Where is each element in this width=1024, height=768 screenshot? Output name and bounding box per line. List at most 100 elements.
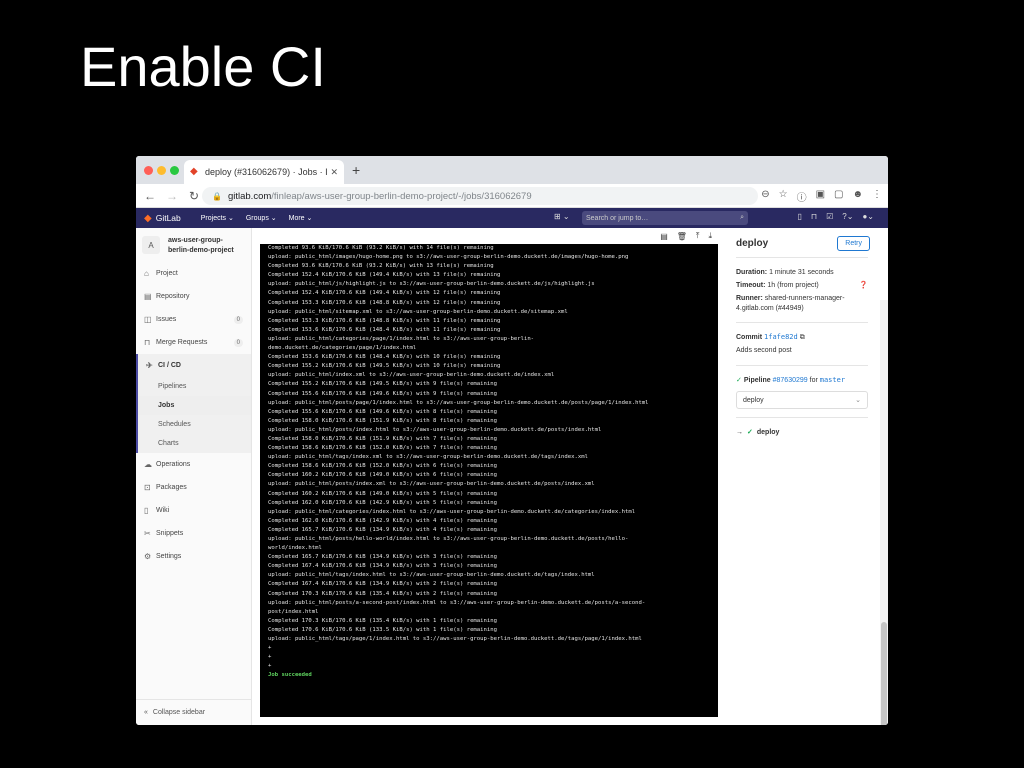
pipeline-row: ✓ Pipeline #87630299 for master (736, 376, 846, 384)
sidebar-item-project[interactable]: ⌂ Project (136, 262, 251, 285)
sidebar-sub-jobs[interactable]: Jobs (138, 396, 251, 415)
nav-groups[interactable]: Groups ⌄ (246, 214, 277, 222)
log-line: Completed 153.3 KiB/170.6 KiB (148.8 KiB… (268, 317, 501, 324)
scroll-top-icon[interactable]: ⤒ (696, 231, 700, 241)
log-line: world/index.html (268, 545, 322, 552)
search-input[interactable]: Search or jump to… ⌕ (582, 211, 748, 225)
job-list-item[interactable]: → ✓ deploy (736, 428, 868, 437)
log-line: Completed 170.6 KiB/170.6 KiB (133.5 KiB… (268, 626, 498, 633)
tab-close-icon[interactable]: ✕ (330, 167, 338, 178)
nav-more[interactable]: More ⌄ (289, 214, 313, 222)
help-icon[interactable]: ?⌄ (842, 212, 853, 221)
maximize-window-button[interactable] (170, 166, 179, 175)
merge-icon: ⊓ (144, 338, 151, 347)
question-icon[interactable]: ❓ (859, 279, 868, 292)
log-line: Completed 93.6 KiB/170.6 KiB (93.2 KiB/s… (268, 263, 494, 270)
log-line: Completed 152.4 KiB/170.6 KiB (149.4 KiB… (268, 290, 501, 297)
zoom-icon[interactable]: ⊖ (761, 189, 769, 204)
collapse-sidebar-button[interactable]: «Collapse sidebar (136, 699, 251, 725)
log-line: Completed 153.6 KiB/170.6 KiB (148.4 KiB… (268, 354, 501, 361)
sidebar-item-wiki[interactable]: ▯ Wiki (136, 499, 251, 522)
runner-row: Runner: shared-runners-manager-4.gitlab.… (736, 295, 845, 312)
mr-count: 0 (233, 338, 243, 347)
todos-icon[interactable]: ☑ (826, 212, 833, 221)
sidebar-item-issues[interactable]: ◫ Issues 0 (136, 308, 251, 331)
stage-select[interactable]: deploy ⌄ (736, 391, 868, 409)
profile-avatar-icon[interactable]: ☻ (852, 189, 863, 204)
log-line: Completed 152.4 KiB/170.6 KiB (149.4 KiB… (268, 272, 501, 279)
log-line: + (268, 654, 272, 661)
log-line: upload: public_html/posts/hello-world/in… (268, 536, 629, 542)
minimize-window-button[interactable] (157, 166, 166, 175)
sidebar-item-settings[interactable]: ⚙ Settings (136, 545, 251, 568)
gitlab-brand: GitLab (155, 213, 181, 223)
book-icon: ▯ (144, 506, 149, 515)
log-line: Completed 162.0 KiB/170.6 KiB (142.9 KiB… (268, 517, 498, 524)
nav-projects[interactable]: Projects ⌄ (201, 214, 234, 222)
sidebar-item-merge-requests[interactable]: ⊓ Merge Requests 0 (136, 331, 251, 354)
page-scrollbar[interactable] (880, 300, 888, 725)
log-line: demo.duckett.de/categories/page/1/index.… (268, 345, 417, 352)
erase-log-icon[interactable]: 🗑 (677, 232, 687, 241)
log-line: Completed 170.3 KiB/170.6 KiB (135.4 KiB… (268, 590, 498, 597)
log-line: Completed 155.6 KiB/170.6 KiB (149.6 KiB… (268, 390, 498, 397)
chevron-down-icon: ⌄ (855, 397, 861, 404)
gitlab-logo[interactable]: ◆ GitLab (144, 213, 181, 224)
url-field[interactable]: 🔒 gitlab.com/finleap/aws-user-group-berl… (202, 187, 758, 205)
sidebar-item-repository[interactable]: ▤ Repository (136, 285, 251, 308)
retry-button[interactable]: Retry (837, 236, 870, 251)
extension-icon[interactable]: ⓘ (797, 189, 807, 204)
new-item-icon[interactable]: ⊞ ⌄ (554, 212, 570, 221)
job-log[interactable]: Completed 93.6 KiB/170.6 KiB (93.2 KiB/s… (260, 244, 718, 717)
scroll-bottom-icon[interactable]: ⤓ (708, 231, 712, 241)
log-line: Completed 158.6 KiB/170.6 KiB (152.0 KiB… (268, 463, 498, 470)
reload-icon[interactable]: ↻ (186, 189, 202, 203)
extension2-icon[interactable]: ▣ (816, 189, 825, 204)
branch-link[interactable]: master (820, 376, 845, 384)
sidebar-sub-pipelines[interactable]: Pipelines (138, 377, 251, 396)
log-line: Completed 158.0 KiB/170.6 KiB (151.9 KiB… (268, 417, 498, 424)
scrollbar-thumb[interactable] (881, 622, 887, 725)
log-line: upload: public_html/tags/page/1/index.ht… (268, 636, 642, 643)
sidebar-item-cicd[interactable]: ✈ CI / CD (138, 354, 251, 377)
url-path: /finleap/aws-user-group-berlin-demo-proj… (271, 190, 532, 202)
sidebar-item-snippets[interactable]: ✂ Snippets (136, 522, 251, 545)
sidebar-sub-charts[interactable]: Charts (138, 434, 251, 453)
raw-log-icon[interactable]: ▤ (660, 232, 668, 241)
success-check-icon: ✓ (736, 377, 742, 384)
sidebar-item-packages[interactable]: ⊡ Packages (136, 476, 251, 499)
browser-menu-icon[interactable]: ⋮ (872, 189, 882, 204)
close-window-button[interactable] (144, 166, 153, 175)
cicd-section: ✈ CI / CD Pipelines Jobs Schedules Charts (136, 354, 251, 453)
log-line: Completed 160.2 KiB/170.6 KiB (149.0 KiB… (268, 490, 498, 497)
new-tab-button[interactable]: + (352, 162, 360, 178)
browser-tab[interactable]: ◆ deploy (#316062679) · Jobs · I ✕ (184, 160, 344, 184)
extension3-icon[interactable]: ▢ (834, 189, 843, 204)
home-icon: ⌂ (144, 269, 149, 278)
sidebar-item-operations[interactable]: ☁ Operations (136, 453, 251, 476)
user-avatar-icon[interactable]: ●⌄ (862, 212, 874, 221)
scissors-icon: ✂ (144, 529, 151, 538)
lock-icon: 🔒 (212, 191, 222, 201)
project-header[interactable]: A aws-user-group- berlin-demo-project (136, 228, 251, 262)
success-check-icon: ✓ (747, 429, 753, 436)
bookmark-star-icon[interactable]: ☆ (779, 189, 788, 204)
project-sidebar: A aws-user-group- berlin-demo-project ⌂ P… (136, 228, 252, 725)
forward-icon[interactable]: → (164, 189, 180, 203)
log-line: upload: public_html/images/hugo-home.png… (268, 254, 629, 261)
copy-icon[interactable]: ⧉ (800, 334, 805, 341)
project-avatar: A (142, 236, 160, 254)
timeout-row: Timeout: 1h (from project) ❓ (736, 279, 868, 292)
tab-title: deploy (#316062679) · Jobs · I (205, 167, 328, 177)
back-icon[interactable]: ← (142, 189, 158, 203)
merge-requests-nav-icon[interactable]: ⊓ (811, 212, 817, 221)
log-line: Completed 155.2 KiB/170.6 KiB (149.5 KiB… (268, 363, 501, 370)
sidebar-sub-schedules[interactable]: Schedules (138, 415, 251, 434)
log-line: Completed 165.7 KiB/170.6 KiB (134.9 KiB… (268, 526, 498, 533)
issues-count: 0 (233, 315, 243, 324)
issues-nav-icon[interactable]: ▯ (797, 212, 801, 221)
log-line: upload: public_html/posts/index.html to … (268, 426, 602, 433)
address-bar: ← → ↻ 🔒 gitlab.com/finleap/aws-user-grou… (136, 184, 888, 208)
pipeline-link[interactable]: #87630299 (773, 377, 808, 384)
commit-sha-link[interactable]: 1fafe82d (764, 333, 798, 341)
